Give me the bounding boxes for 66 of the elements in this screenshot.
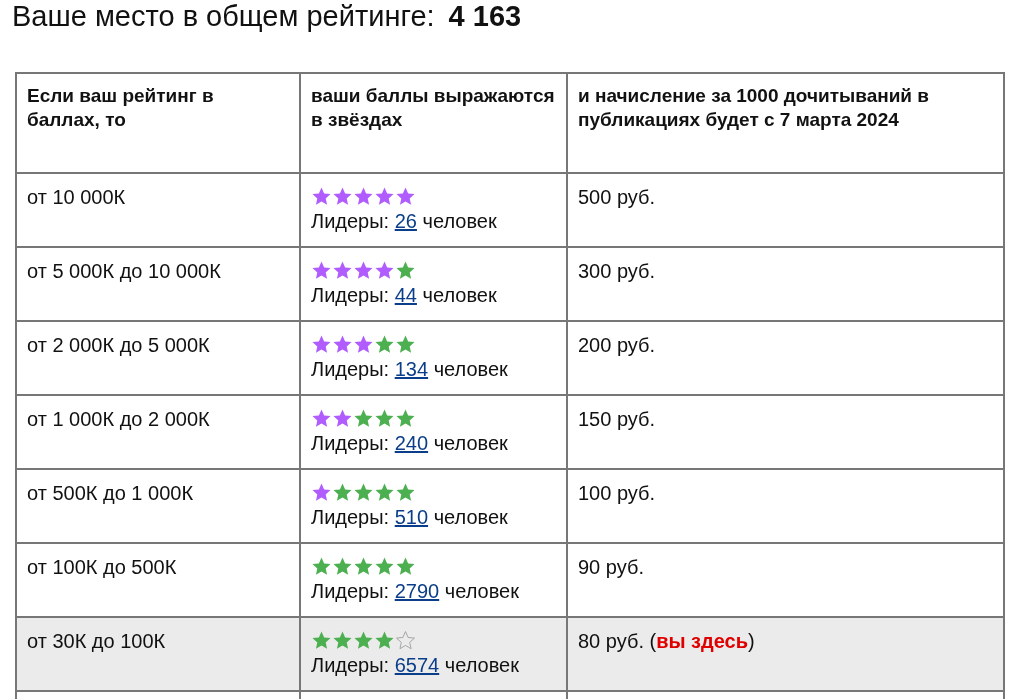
table-cell: 300 руб.: [567, 247, 1004, 321]
column-header: и начисление за 1000 дочитываний в публикациях будет с 7 марта 2024: [567, 73, 1004, 173]
star-icon: [395, 185, 416, 207]
star-icon: [311, 259, 332, 281]
table-cell: от 500К до 1 000К: [16, 469, 300, 543]
star-icon: [311, 333, 332, 355]
star-icon: [374, 629, 395, 651]
star-icon: [311, 555, 332, 577]
star-icon: [332, 629, 353, 651]
star-icon: [353, 555, 374, 577]
star-icon: [353, 259, 374, 281]
leaders-text: Лидеры: 510 человек: [311, 505, 509, 530]
leaders-text: Лидеры: 240 человек: [311, 431, 509, 456]
table-cell: 100 руб.: [567, 469, 1004, 543]
star-icon: [311, 481, 332, 503]
star-icon: [353, 629, 374, 651]
star-icon: [332, 555, 353, 577]
leaders-count-link[interactable]: 26: [394, 210, 417, 232]
star-icon: [374, 259, 395, 281]
leaders-text: Лидеры: 134 человек: [311, 357, 509, 382]
star-icon: [374, 555, 395, 577]
star-icon: [395, 555, 416, 577]
leaders-text: Лидеры: 6574 человек: [311, 653, 520, 678]
table-cell: от 2 000К до 5 000К: [16, 321, 300, 395]
table-cell: 200 руб.: [567, 321, 1004, 395]
leaders-count-link[interactable]: 44: [394, 284, 417, 306]
table-cell: от 1 000К до 2 000К: [16, 395, 300, 469]
star-icon: [332, 333, 353, 355]
leaders-count-link[interactable]: 6574: [394, 654, 440, 676]
leaders-count-link[interactable]: 134: [394, 358, 429, 380]
star-icon: [395, 333, 416, 355]
star-icon: [311, 185, 332, 207]
table-cell: от 30К до 100К: [16, 617, 300, 691]
star-icon: [353, 333, 374, 355]
empty-star-icon: [395, 629, 416, 651]
column-header: ваши баллы выражаются в звёздах: [300, 73, 567, 173]
star-icon: [311, 629, 332, 651]
leaders-text: Лидеры: 44 человек: [311, 283, 498, 308]
star-icon: [353, 481, 374, 503]
star-icon: [332, 259, 353, 281]
heading-label: Ваше место в общем рейтинге:: [12, 0, 435, 32]
table-cell: 500 руб.: [567, 173, 1004, 247]
star-icon: [332, 481, 353, 503]
star-icon: [395, 481, 416, 503]
table-cell: 80 руб. (вы здесь): [567, 617, 1004, 691]
column-header: Если ваш рейтинг в баллах, то: [16, 73, 300, 173]
star-icon: [395, 259, 416, 281]
star-icon: [353, 185, 374, 207]
star-icon: [311, 407, 332, 429]
leaders-text: Лидеры: 26 человек: [311, 209, 498, 234]
star-icon: [353, 407, 374, 429]
star-icon: [332, 185, 353, 207]
star-icon: [374, 481, 395, 503]
leaders-count-link[interactable]: 2790: [394, 580, 440, 602]
leaders-count-link[interactable]: 240: [394, 432, 429, 454]
table-cell: от 10 000К: [16, 173, 300, 247]
leaders-count-link[interactable]: 510: [394, 506, 429, 528]
leaders-text: Лидеры: 2790 человек: [311, 579, 520, 604]
star-icon: [374, 333, 395, 355]
table-cell: 150 руб.: [567, 395, 1004, 469]
star-icon: [332, 407, 353, 429]
star-icon: [374, 185, 395, 207]
rating-place: 4 163: [448, 0, 522, 32]
star-icon: [374, 407, 395, 429]
table-cell: от 5 000К до 10 000К: [16, 247, 300, 321]
star-icon: [395, 407, 416, 429]
